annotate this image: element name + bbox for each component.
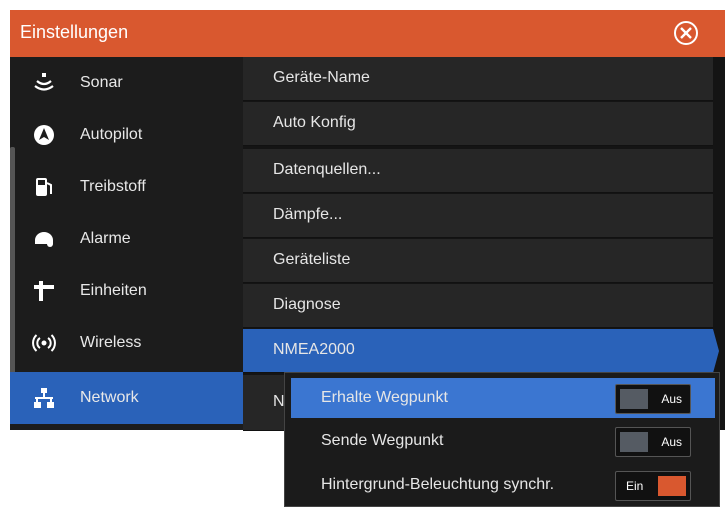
- alarm-icon: [35, 232, 53, 247]
- sidebar-item-label: Einheiten: [80, 282, 147, 299]
- title-bar: Einstellungen: [10, 10, 725, 57]
- menu-item-data-sources[interactable]: Datenquellen...: [243, 149, 713, 193]
- sidebar-item-label: Network: [80, 389, 139, 406]
- dialog-title: Einstellungen: [20, 22, 129, 42]
- submenu-item-label: Hintergrund-Beleuchtung synchr.: [321, 476, 555, 493]
- nmea2000-submenu: Erhalte Wegpunkt Aus Sende Wegpunkt Aus …: [284, 372, 720, 507]
- submenu-item-label: Sende Wegpunkt: [321, 432, 444, 449]
- autopilot-icon: [34, 125, 54, 145]
- sidebar-item-alarms[interactable]: Alarme: [10, 213, 243, 265]
- sidebar-item-label: Wireless: [80, 334, 142, 351]
- sidebar-item-label: Sonar: [80, 74, 123, 91]
- toggle-state: Aus: [661, 392, 682, 406]
- toggle-knob: [620, 432, 648, 452]
- sidebar-item-units[interactable]: Einheiten: [10, 265, 243, 317]
- close-button[interactable]: [674, 21, 698, 45]
- menu-item-device-name[interactable]: Geräte-Name: [243, 57, 713, 101]
- menu-item-damping[interactable]: Dämpfe...: [243, 194, 713, 238]
- menu-item-diagnostics[interactable]: Diagnose: [243, 284, 713, 328]
- settings-dialog: Einstellungen Sonar Autopilot Treibstoff…: [10, 10, 725, 431]
- sidebar: Sonar Autopilot Treibstoff Alarme Einhei…: [10, 57, 251, 430]
- receive-waypoint-toggle[interactable]: Aus: [615, 384, 691, 414]
- menu-item-label: Dämpfe...: [273, 206, 343, 223]
- menu-item-auto-config[interactable]: Auto Konfig: [243, 102, 713, 146]
- toggle-knob: [658, 476, 686, 496]
- menu-item-label: Geräte-Name: [273, 69, 370, 86]
- sidebar-item-autopilot[interactable]: Autopilot: [10, 109, 243, 161]
- sidebar-item-label: Autopilot: [80, 126, 143, 143]
- menu-item-label: Auto Konfig: [273, 114, 356, 131]
- menu-item-label: Diagnose: [273, 296, 341, 313]
- menu-item-label: NMEA2000: [273, 341, 355, 358]
- menu-item-device-list[interactable]: Geräteliste: [243, 239, 713, 283]
- sidebar-item-sonar[interactable]: Sonar: [10, 57, 243, 109]
- network-icon: [34, 388, 54, 408]
- sidebar-item-fuel[interactable]: Treibstoff: [10, 161, 243, 213]
- submenu-item-backlight-sync[interactable]: Hintergrund-Beleuchtung synchr. Ein: [291, 465, 715, 505]
- sidebar-item-wireless[interactable]: Wireless: [10, 317, 243, 369]
- backlight-sync-toggle[interactable]: Ein: [615, 471, 691, 501]
- toggle-state: Aus: [661, 435, 682, 449]
- send-waypoint-toggle[interactable]: Aus: [615, 427, 691, 457]
- submenu-item-receive-waypoint[interactable]: Erhalte Wegpunkt Aus: [291, 378, 715, 418]
- menu-item-nmea2000[interactable]: NMEA2000: [243, 329, 719, 373]
- menu-item-label: Geräteliste: [273, 251, 351, 268]
- submenu-item-label: Erhalte Wegpunkt: [321, 389, 448, 406]
- sidebar-item-label: Alarme: [80, 230, 131, 247]
- sidebar-item-label: Treibstoff: [80, 178, 146, 195]
- close-icon: [680, 27, 692, 39]
- sonar-icon: [34, 73, 54, 91]
- sidebar-item-network[interactable]: Network: [10, 372, 251, 424]
- units-icon: [34, 281, 54, 301]
- toggle-knob: [620, 389, 648, 409]
- menu-item-label: Datenquellen...: [273, 161, 381, 178]
- wireless-icon: [32, 334, 56, 352]
- toggle-state: Ein: [626, 479, 644, 493]
- fuel-icon: [36, 178, 52, 196]
- menu-item-label: N: [273, 393, 285, 410]
- submenu-item-send-waypoint[interactable]: Sende Wegpunkt Aus: [291, 421, 715, 461]
